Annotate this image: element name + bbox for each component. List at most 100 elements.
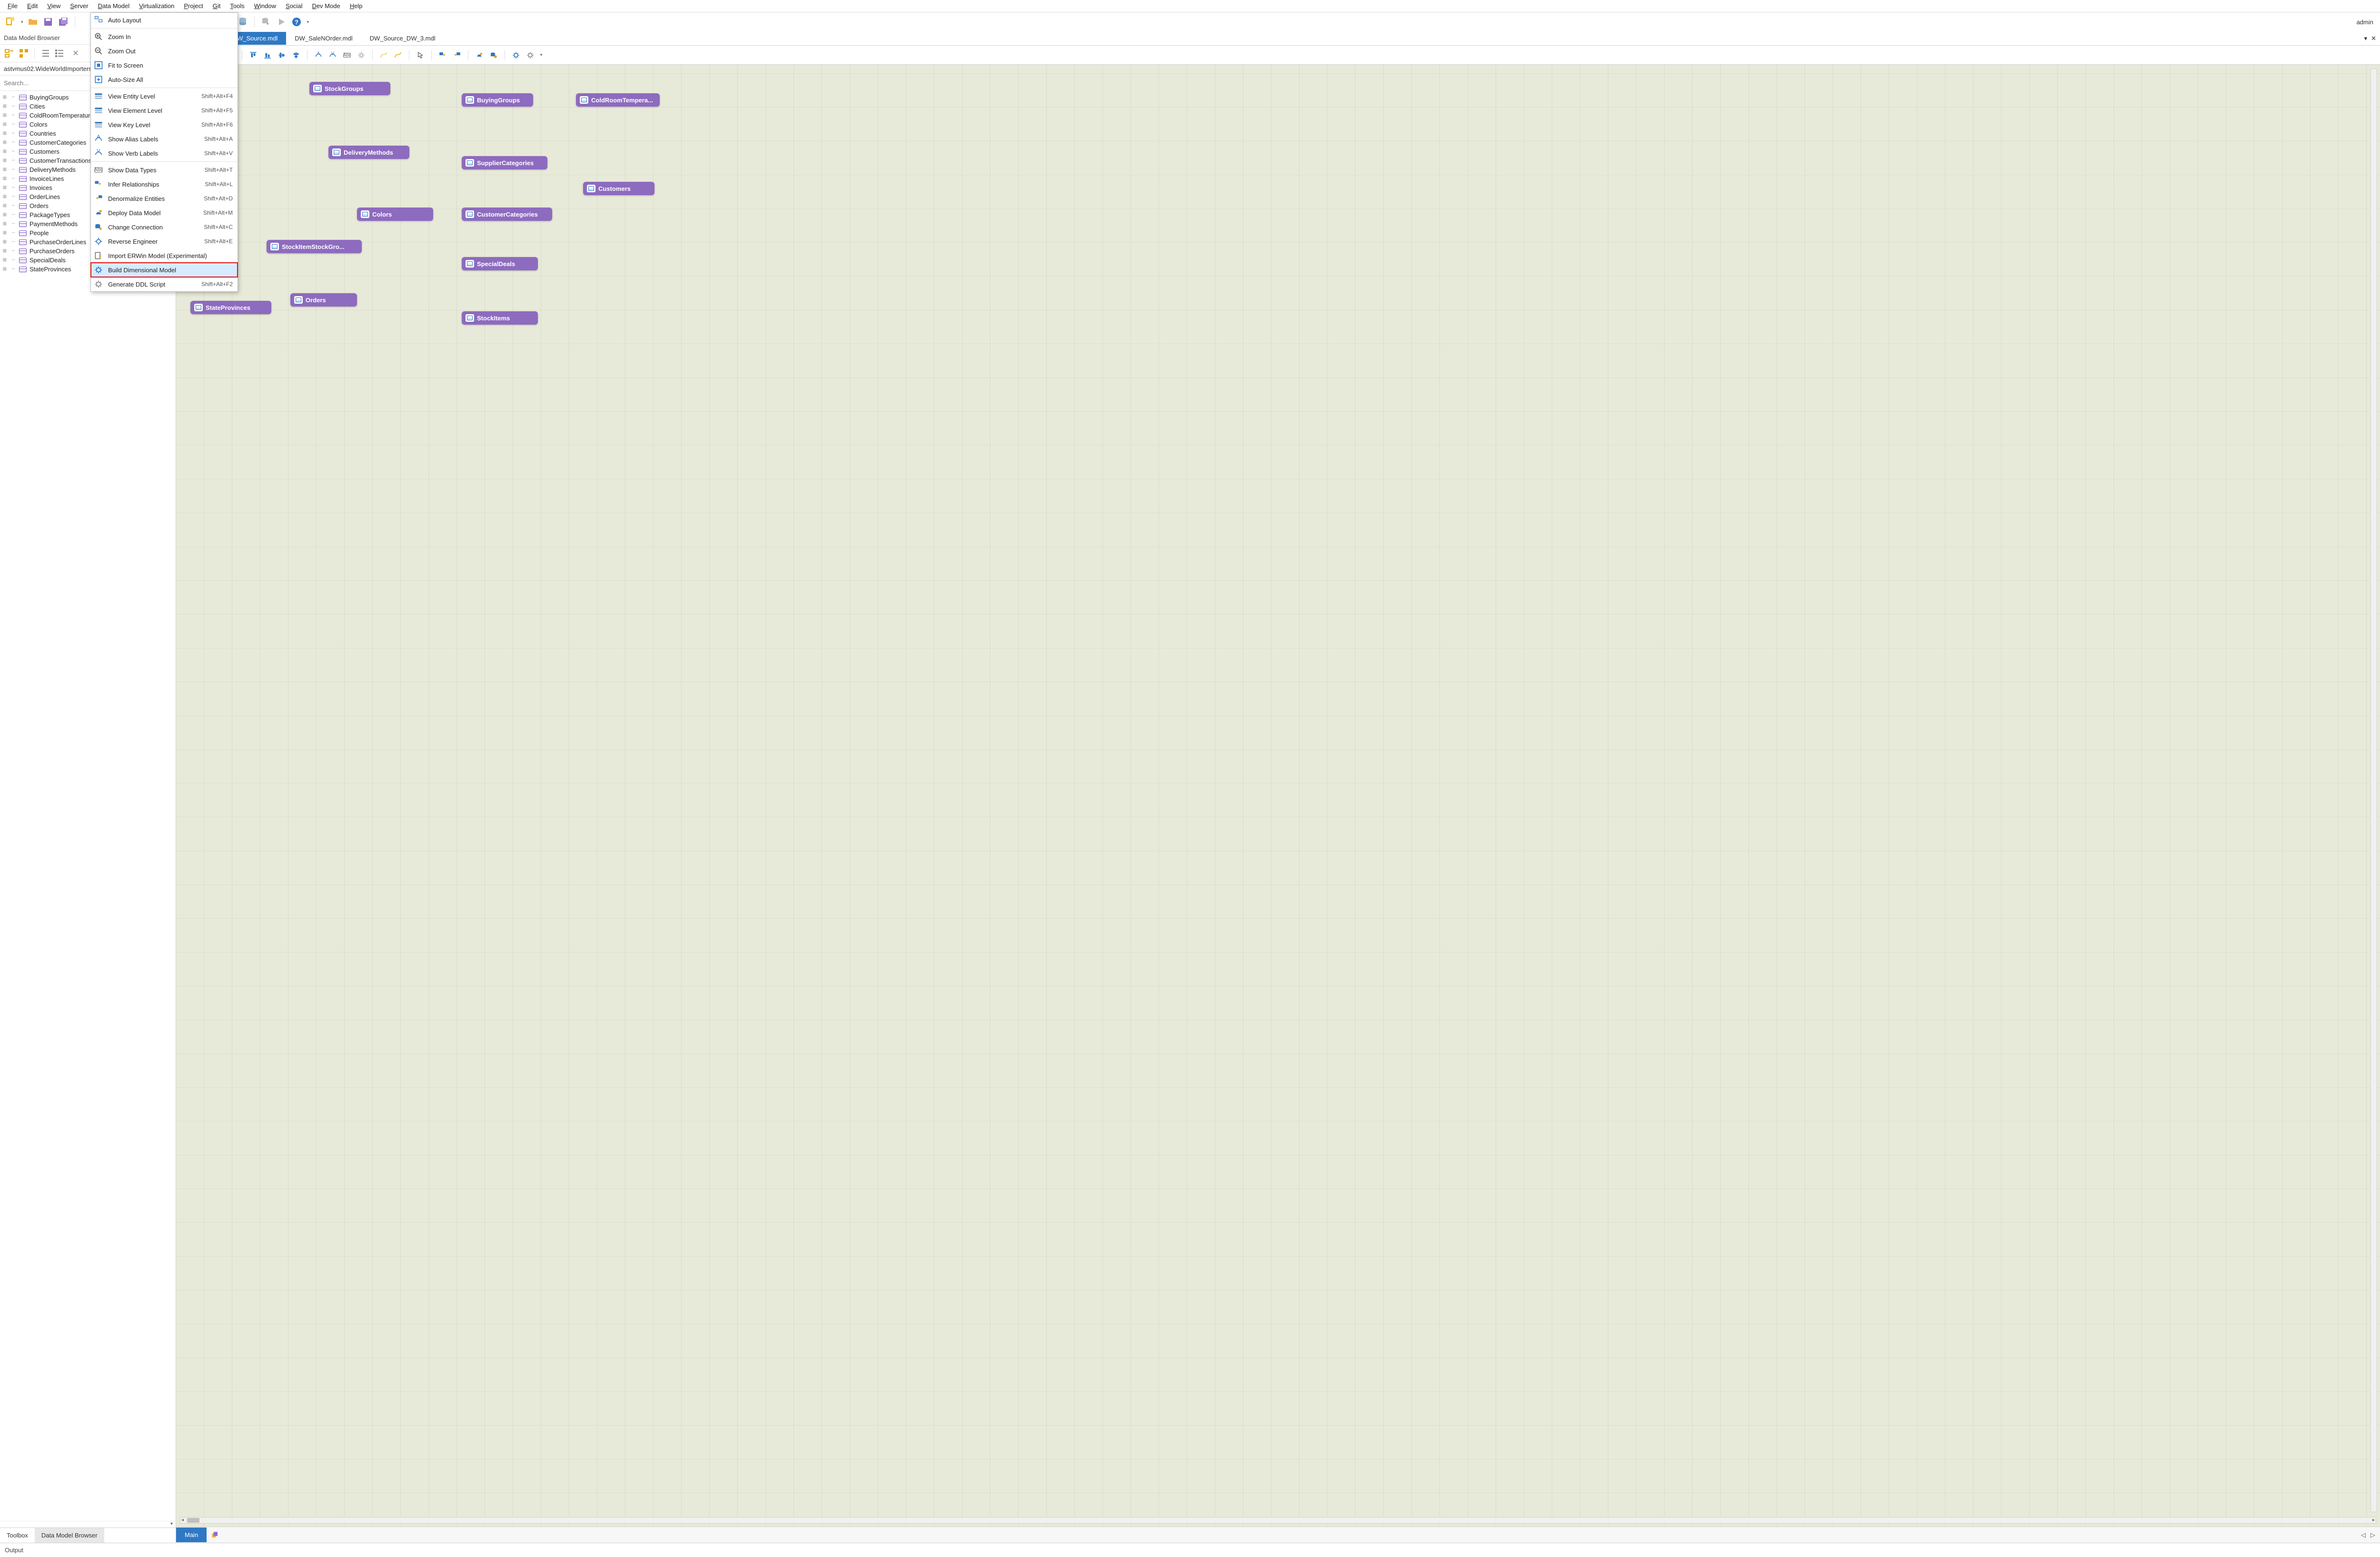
expand-icon[interactable]: ⊞: [2, 95, 8, 100]
menu-item-generate-ddl-script[interactable]: Generate DDL ScriptShift+Alt+F2: [91, 277, 238, 291]
entity-buyinggroups[interactable]: BuyingGroups: [462, 93, 533, 107]
menu-tools[interactable]: Tools: [225, 1, 249, 11]
align-middle-icon[interactable]: [277, 50, 287, 60]
expand-icon[interactable]: ⊞: [2, 239, 8, 245]
verb-label-icon[interactable]: V: [327, 50, 338, 60]
menu-item-auto-size-all[interactable]: Auto-Size All: [91, 72, 238, 87]
help-icon[interactable]: ?: [291, 16, 302, 28]
expand-icon[interactable]: ⊞: [2, 203, 8, 208]
rev-eng-icon[interactable]: [511, 50, 521, 60]
menu-item-zoom-in[interactable]: Zoom In: [91, 30, 238, 44]
menu-item-change-connection[interactable]: Change ConnectionShift+Alt+C: [91, 220, 238, 234]
entity-stockgroups[interactable]: StockGroups: [309, 82, 390, 95]
align-bottom-icon[interactable]: [262, 50, 273, 60]
expand-icon[interactable]: ⊞: [2, 194, 8, 199]
expand-icon[interactable]: ⊞: [2, 113, 8, 118]
entity-specialdeals[interactable]: SpecialDeals: [462, 257, 538, 270]
entity-deliverymethods[interactable]: DeliveryMethods: [328, 146, 409, 159]
new-icon[interactable]: [5, 16, 16, 28]
menu-item-show-data-types[interactable]: AbcShow Data TypesShift+Alt+T: [91, 163, 238, 177]
entity-suppliercategories[interactable]: SupplierCategories: [462, 156, 547, 169]
entity-stockitems[interactable]: StockItems: [462, 311, 538, 325]
next-page-icon[interactable]: ▷: [2370, 1531, 2375, 1539]
menu-file[interactable]: File: [3, 1, 22, 11]
close-icon[interactable]: ✕: [70, 48, 81, 59]
menu-help[interactable]: Help: [345, 1, 367, 11]
expand-icon[interactable]: ⊞: [2, 221, 8, 227]
denorm-icon[interactable]: [452, 50, 462, 60]
save-all-icon[interactable]: [58, 16, 69, 28]
expand-icon[interactable]: ⊞: [2, 176, 8, 181]
add-tab-icon[interactable]: [210, 1530, 220, 1540]
diagram-canvas[interactable]: cesStockGroupsBuyingGroupsColdRoomTemper…: [176, 65, 2380, 1527]
expand-icon[interactable]: ⊞: [2, 185, 8, 190]
pointer-icon[interactable]: [415, 50, 426, 60]
menu-item-auto-layout[interactable]: Auto Layout: [91, 13, 238, 27]
menu-item-fit-to-screen[interactable]: Fit to Screen: [91, 58, 238, 72]
menu-git[interactable]: Git: [208, 1, 226, 11]
entity-coldroomtempera-[interactable]: ColdRoomTempera...: [576, 93, 660, 107]
menu-item-infer-relationships[interactable]: Infer RelationshipsShift+Alt+L: [91, 177, 238, 191]
menu-window[interactable]: Window: [249, 1, 281, 11]
menu-item-view-key-level[interactable]: View Key LevelShift+Alt+F6: [91, 118, 238, 132]
settings-icon[interactable]: [525, 50, 536, 60]
menu-item-view-entity-level[interactable]: View Entity LevelShift+Alt+F4: [91, 89, 238, 103]
tab-data-model-browser[interactable]: Data Model Browser: [35, 1528, 104, 1543]
alias-label-icon[interactable]: A: [313, 50, 324, 60]
infer-rel-icon[interactable]: [437, 50, 448, 60]
deploy-icon[interactable]: [474, 50, 485, 60]
expand-icon[interactable]: ⊞: [2, 149, 8, 154]
tab-main[interactable]: Main: [176, 1527, 207, 1542]
output-panel-header[interactable]: Output: [0, 1543, 2380, 1557]
connector-2-icon[interactable]: [393, 50, 403, 60]
expand-icon[interactable]: ⊞: [2, 140, 8, 145]
expand-icon[interactable]: ⊞: [2, 158, 8, 163]
menu-project[interactable]: Project: [179, 1, 208, 11]
menu-item-deploy-data-model[interactable]: Deploy Data ModelShift+Alt+M: [91, 206, 238, 220]
menu-data-model[interactable]: Data Model: [93, 1, 134, 11]
menu-server[interactable]: Server: [65, 1, 93, 11]
menu-item-show-verb-labels[interactable]: VShow Verb LabelsShift+Alt+V: [91, 146, 238, 160]
entity-stateprovinces[interactable]: StateProvinces: [190, 301, 271, 314]
expand-icon[interactable]: ⊞: [2, 104, 8, 109]
connector-1-icon[interactable]: [378, 50, 389, 60]
menu-edit[interactable]: Edit: [22, 1, 42, 11]
menu-item-zoom-out[interactable]: Zoom Out: [91, 44, 238, 58]
entity-customers[interactable]: Customers: [583, 182, 654, 195]
run-icon[interactable]: [276, 16, 287, 28]
db-refresh-icon[interactable]: [260, 16, 272, 28]
list-view-icon[interactable]: [40, 48, 51, 59]
entity-colors[interactable]: Colors: [357, 208, 433, 221]
gear-icon[interactable]: [356, 50, 367, 60]
menu-item-denormalize-entities[interactable]: Denormalize EntitiesShift+Alt+D: [91, 191, 238, 206]
expand-icon[interactable]: ⊞: [2, 131, 8, 136]
prev-page-icon[interactable]: ◁: [2361, 1531, 2366, 1539]
detail-view-icon[interactable]: [54, 48, 65, 59]
tab-menu-icon[interactable]: ▾: [2364, 35, 2368, 42]
dropdown-arrow-icon[interactable]: ▾: [21, 20, 23, 25]
expand-icon[interactable]: ⊞: [2, 122, 8, 127]
db-icon[interactable]: [237, 16, 248, 28]
expand-icon[interactable]: ⊞: [2, 230, 8, 236]
chevron-down-icon[interactable]: ▾: [170, 1521, 173, 1527]
align-center-icon[interactable]: [291, 50, 301, 60]
editor-tab[interactable]: DW_SaleNOrder.mdl: [286, 32, 361, 45]
tree-view[interactable]: ⊞┈BuyingGroups⊞┈Cities⊞┈ColdRoomTemperat…: [0, 91, 176, 1521]
menu-dev-mode[interactable]: Dev Mode: [307, 1, 345, 11]
tab-toolbox[interactable]: Toolbox: [0, 1528, 35, 1543]
change-conn-icon[interactable]: [488, 50, 499, 60]
dropdown-arrow-icon[interactable]: ▾: [307, 20, 309, 25]
view-mode-2-icon[interactable]: [18, 48, 30, 59]
entity-customercategories[interactable]: CustomerCategories: [462, 208, 552, 221]
expand-icon[interactable]: ⊞: [2, 167, 8, 172]
entity-stockitemstockgro-[interactable]: StockItemStockGro...: [267, 240, 362, 253]
entity-orders[interactable]: Orders: [290, 293, 357, 307]
menu-item-build-dimensional-model[interactable]: Build Dimensional Model: [91, 263, 238, 277]
menu-item-show-alias-labels[interactable]: AShow Alias LabelsShift+Alt+A: [91, 132, 238, 146]
menu-item-view-element-level[interactable]: View Element LevelShift+Alt+F5: [91, 103, 238, 118]
save-icon[interactable]: [42, 16, 54, 28]
expand-icon[interactable]: ⊞: [2, 258, 8, 263]
horizontal-scrollbar[interactable]: ◂▸: [180, 1517, 2376, 1524]
dropdown-arrow-icon[interactable]: ▾: [540, 52, 543, 58]
expand-icon[interactable]: ⊞: [2, 267, 8, 272]
